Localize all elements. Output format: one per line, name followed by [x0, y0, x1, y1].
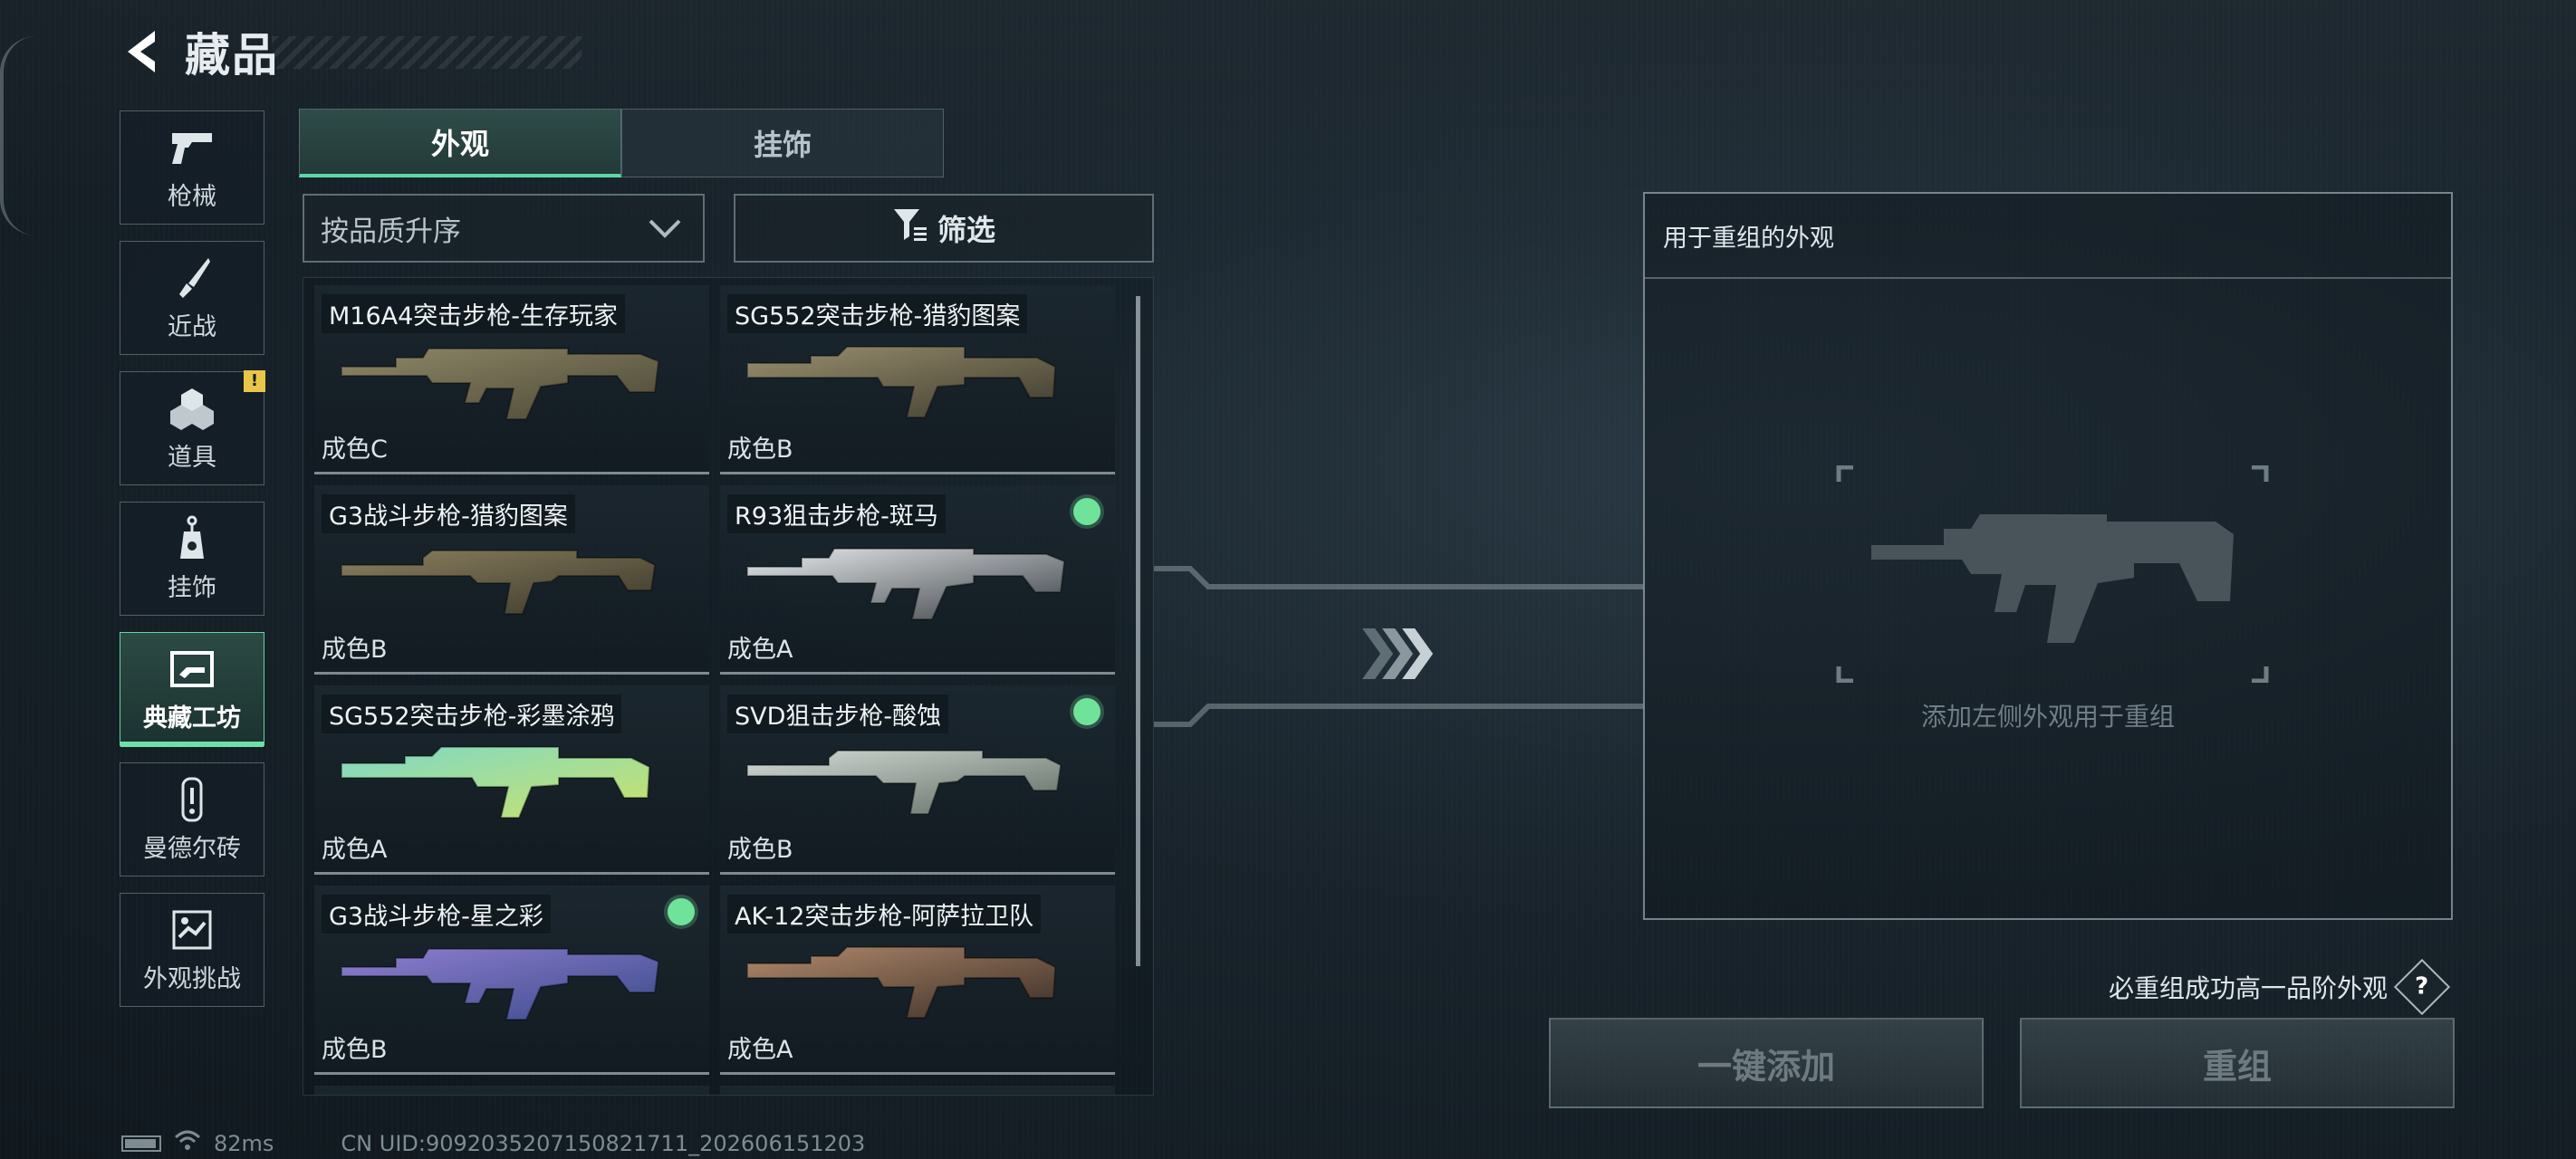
- sidebar-item-skin-challenge[interactable]: 外观挑战: [120, 893, 264, 1007]
- skin-quality: 成色B: [727, 836, 793, 864]
- gun-image: [747, 946, 1057, 1019]
- sidebar-item-label: 近战: [168, 312, 216, 341]
- gun-image: [747, 548, 1066, 620]
- skin-quality: 成色A: [727, 636, 793, 664]
- challenge-icon: [172, 906, 212, 953]
- title-stripe-decoration: [272, 36, 582, 69]
- empty-slot-gun-icon[interactable]: [1835, 465, 2270, 683]
- help-icon[interactable]: ?: [2393, 958, 2451, 1016]
- guarantee-note: 必重组成功高一品阶外观 ?: [2109, 958, 2451, 1016]
- add-all-button[interactable]: 一键添加: [1549, 1018, 1984, 1108]
- sidebar-item-charms[interactable]: 挂饰: [120, 502, 264, 616]
- page-title: 藏品: [185, 29, 279, 81]
- skin-name: M4A1突击步枪-千里骏风: [727, 1095, 1015, 1096]
- workshop-icon: [170, 646, 214, 693]
- skin-card[interactable]: R93狙击步枪-斑马 成色A: [720, 485, 1115, 675]
- sidebar-item-label: 曼德尔砖: [143, 834, 241, 863]
- recombine-button[interactable]: 重组: [2020, 1018, 2455, 1108]
- battery-icon: [121, 1135, 161, 1152]
- edge-decoration: [0, 36, 40, 235]
- sidebar-item-items[interactable]: ! 道具: [120, 370, 265, 485]
- panel-title: 用于重组的外观: [1645, 194, 2451, 279]
- gun-image: [747, 346, 1057, 418]
- skin-name: K437突击步枪-酸蚀: [322, 1095, 554, 1096]
- grenade-icon: [169, 385, 215, 432]
- skin-name: AK-12突击步枪-阿萨拉卫队: [727, 895, 1042, 934]
- filter-icon: [892, 207, 928, 249]
- skin-quality: 成色A: [322, 836, 388, 864]
- skin-name: R93狙击步枪-斑马: [727, 494, 946, 533]
- skin-card[interactable]: G3战斗步枪-星之彩 成色B: [314, 886, 709, 1075]
- gun-image: [747, 750, 1062, 815]
- gun-image: [341, 948, 660, 1020]
- tab-charms[interactable]: 挂饰: [621, 109, 944, 177]
- equipped-indicator-icon: [668, 898, 695, 925]
- gun-image: [341, 348, 660, 420]
- sidebar-item-label: 外观挑战: [143, 964, 241, 993]
- skin-name: SG552突击步枪-猎豹图案: [727, 294, 1028, 333]
- chevron-down-icon: [647, 212, 683, 252]
- sidebar-item-melee[interactable]: 近战: [120, 241, 264, 355]
- skin-quality: 成色B: [322, 636, 388, 664]
- equipped-indicator-icon: [1073, 498, 1101, 525]
- skin-quality: 成色A: [727, 1036, 793, 1064]
- skin-card[interactable]: SVD狙击步枪-酸蚀 成色B: [720, 685, 1115, 875]
- guarantee-text: 必重组成功高一品阶外观: [2109, 973, 2389, 1003]
- gun-image: [341, 746, 651, 819]
- grid-scrollbar[interactable]: [1136, 296, 1140, 966]
- panel-hint: 添加左侧外观用于重组: [1920, 702, 2175, 732]
- sidebar-item-workshop[interactable]: 典藏工坊: [120, 632, 264, 747]
- sidebar-item-label: 枪械: [168, 182, 216, 211]
- skin-grid[interactable]: M16A4突击步枪-生存玩家 成色C SG552突击步枪-猎豹图案 成色B G3…: [303, 277, 1154, 1096]
- skin-card[interactable]: M4A1突击步枪-千里骏风: [720, 1086, 1115, 1096]
- equipped-indicator-icon: [1073, 698, 1101, 725]
- skin-name: G3战斗步枪-猎豹图案: [322, 494, 575, 533]
- sidebar-item-label: 典藏工坊: [143, 704, 241, 733]
- sidebar-item-mandel-brick[interactable]: 曼德尔砖: [120, 762, 264, 876]
- help-icon-glyph: ?: [2415, 973, 2429, 1001]
- skin-quality: 成色B: [727, 436, 793, 464]
- skin-name: SVD狙击步枪-酸蚀: [727, 694, 949, 733]
- skin-card[interactable]: AK-12突击步枪-阿萨拉卫队 成色A: [720, 886, 1115, 1075]
- uid-text: CN UID:9092035207150821711_202606151203: [341, 1131, 866, 1156]
- add-all-label: 一键添加: [1697, 1046, 1835, 1087]
- pistol-icon: [168, 124, 216, 171]
- sidebar-item-label: 挂饰: [168, 573, 216, 602]
- sort-dropdown[interactable]: 按品质升序: [303, 194, 705, 263]
- skin-grid-items: M16A4突击步枪-生存玩家 成色C SG552突击步枪-猎豹图案 成色B G3…: [314, 285, 1129, 1096]
- recombine-panel: 用于重组的外观 添加左侧外观用于重组: [1643, 192, 2453, 920]
- skin-name: M16A4突击步枪-生存玩家: [322, 294, 626, 333]
- skin-quality: 成色C: [322, 436, 388, 464]
- gun-image: [341, 550, 657, 615]
- wifi-icon: [174, 1130, 201, 1157]
- brick-icon: [178, 776, 206, 823]
- back-arrow-icon[interactable]: [118, 24, 163, 79]
- tab-appearance[interactable]: 外观: [299, 109, 621, 177]
- skin-quality: 成色B: [322, 1036, 388, 1064]
- filter-label: 筛选: [937, 213, 995, 247]
- skin-card[interactable]: K437突击步枪-酸蚀: [314, 1086, 709, 1096]
- status-bar: 82ms CN UID:9092035207150821711_20260615…: [121, 1130, 865, 1157]
- sidebar-item-label: 道具: [168, 443, 216, 472]
- skin-card[interactable]: G3战斗步枪-猎豹图案 成色B: [314, 485, 709, 675]
- category-tabs: 外观 挂饰: [299, 109, 944, 177]
- skin-card[interactable]: SG552突击步枪-彩墨涂鸦 成色A: [314, 685, 709, 875]
- transfer-arrow-icon: [1359, 625, 1440, 686]
- filter-button[interactable]: 筛选: [734, 194, 1154, 263]
- skin-name: G3战斗步枪-星之彩: [322, 895, 551, 934]
- sidebar: 枪械 近战 ! 道具 挂饰 典藏工坊 曼德尔砖 外观挑战: [120, 110, 266, 1023]
- skin-name: SG552突击步枪-彩墨涂鸦: [322, 694, 622, 733]
- sort-value: 按品质升序: [321, 215, 461, 248]
- recombine-label: 重组: [2202, 1046, 2272, 1087]
- charm-icon: [177, 515, 207, 562]
- sidebar-item-guns[interactable]: 枪械: [120, 110, 264, 225]
- notification-badge: !: [244, 370, 265, 392]
- knife-icon: [172, 254, 212, 302]
- skin-card[interactable]: SG552突击步枪-猎豹图案 成色B: [720, 285, 1115, 474]
- ping-text: 82ms: [214, 1131, 274, 1156]
- skin-card[interactable]: M16A4突击步枪-生存玩家 成色C: [314, 285, 709, 474]
